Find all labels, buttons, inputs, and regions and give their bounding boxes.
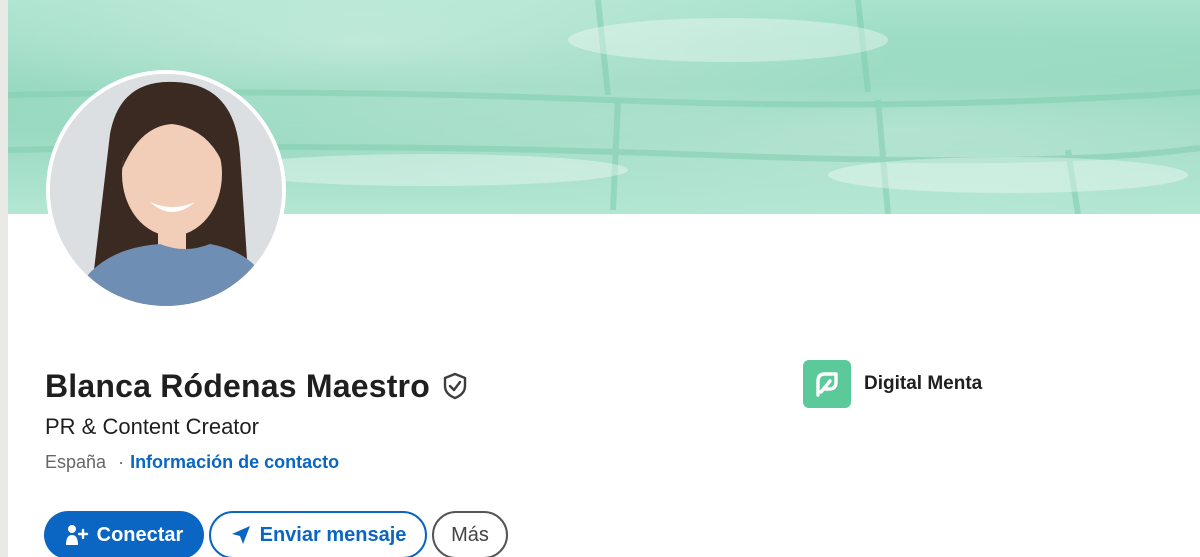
add-person-icon bbox=[65, 524, 89, 546]
location-row: España · Información de contacto bbox=[45, 452, 339, 473]
profile-name: Blanca Ródenas Maestro bbox=[45, 367, 430, 404]
connect-button[interactable]: Conectar bbox=[44, 511, 204, 557]
profile-location: España bbox=[45, 452, 107, 472]
profile-headline: PR & Content Creator bbox=[45, 414, 259, 439]
more-label: Más bbox=[451, 523, 489, 546]
current-company[interactable]: Digital Menta bbox=[803, 360, 982, 408]
digital-menta-logo bbox=[803, 360, 851, 408]
send-icon bbox=[230, 524, 252, 546]
separator-dot: · bbox=[118, 452, 125, 472]
message-label: Enviar mensaje bbox=[259, 523, 407, 546]
person-photo bbox=[50, 74, 282, 306]
profile-card: Blanca Ródenas Maestro PR & Content Crea… bbox=[8, 0, 1200, 557]
name-row: Blanca Ródenas Maestro bbox=[45, 364, 470, 408]
shield-check-icon[interactable] bbox=[440, 371, 470, 401]
company-name: Digital Menta bbox=[864, 373, 983, 394]
connect-label: Conectar bbox=[96, 523, 184, 546]
contact-info-link[interactable]: Información de contacto bbox=[130, 452, 339, 473]
send-message-button[interactable]: Enviar mensaje bbox=[209, 511, 427, 557]
profile-photo[interactable] bbox=[46, 70, 286, 310]
more-button[interactable]: Más bbox=[432, 511, 508, 557]
